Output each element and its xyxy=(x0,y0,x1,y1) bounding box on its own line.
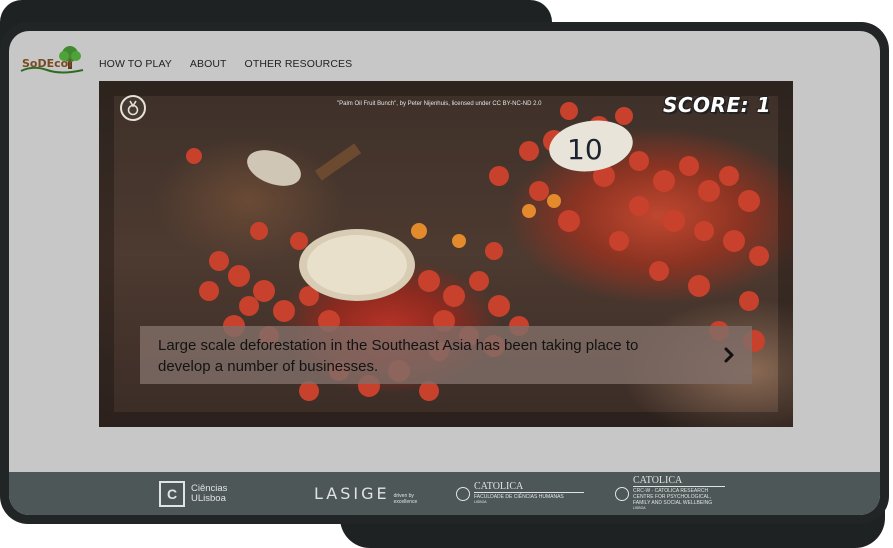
catolica-fch-city: LISBOA xyxy=(474,500,487,504)
catolica-fch-sub: FACULDADE DE CIÊNCIAS HUMANAS xyxy=(474,492,584,500)
next-button[interactable] xyxy=(720,346,738,364)
app-screen: SoDEcol HOW TO PLAY ABOUT OTHER RESOURCE… xyxy=(9,31,880,515)
ciencias-ulisboa-logo[interactable]: C Ciências ULisboa xyxy=(159,472,227,515)
score-display: SCORE: 1 xyxy=(663,93,771,117)
score-value: 1 xyxy=(756,93,771,117)
story-dialog: Large scale deforestation in the Southea… xyxy=(140,326,752,384)
partners-footer: C Ciências ULisboa LASIGE driven by exce… xyxy=(9,472,880,515)
fruit-tag-number: 10 xyxy=(567,133,603,166)
game-scene: 10 "Palm Oil Fruit Bunch", by Peter Nije… xyxy=(99,81,793,427)
catolica-crcw-title: CATOLICA xyxy=(633,475,683,486)
logo-text: SoDEcol xyxy=(22,57,72,70)
ciencias-mark: C xyxy=(159,480,185,507)
lasige-tagline: driven by excellence xyxy=(393,493,418,505)
nav-about[interactable]: ABOUT xyxy=(190,58,227,70)
top-nav: HOW TO PLAY ABOUT OTHER RESOURCES xyxy=(99,58,352,70)
medal-icon[interactable] xyxy=(120,95,146,121)
ciencias-line1: Ciências xyxy=(191,482,228,494)
lasige-logo[interactable]: LASIGE driven by excellence xyxy=(314,472,428,515)
nav-how-to-play[interactable]: HOW TO PLAY xyxy=(99,58,172,70)
catolica-seal-icon xyxy=(456,486,470,501)
tree-icon: SoDEcol xyxy=(20,46,84,74)
catolica-crcw-logo[interactable]: CATOLICA CRC-W · CATOLICA RESEARCH CENTR… xyxy=(615,472,725,515)
lasige-word: LASIGE xyxy=(314,484,390,503)
ciencias-line2: ULisboa xyxy=(191,492,226,504)
catolica-seal-icon xyxy=(615,486,629,501)
nav-other-resources[interactable]: OTHER RESOURCES xyxy=(245,58,353,70)
score-label: SCORE: xyxy=(662,93,750,117)
catolica-fch-title: CATOLICA xyxy=(474,481,524,492)
tablet-frame: SoDEcol HOW TO PLAY ABOUT OTHER RESOURCE… xyxy=(0,22,889,524)
image-attribution: "Palm Oil Fruit Bunch", by Peter Nijenhu… xyxy=(337,101,542,107)
sodecol-logo[interactable]: SoDEcol xyxy=(19,45,85,75)
catolica-fch-logo[interactable]: CATOLICA FACULDADE DE CIÊNCIAS HUMANAS L… xyxy=(456,472,584,515)
story-text: Large scale deforestation in the Southea… xyxy=(158,337,639,375)
catolica-crcw-city: LISBOA xyxy=(633,506,646,510)
chevron-right-icon xyxy=(724,347,734,363)
catolica-crcw-sub: CRC-W · CATOLICA RESEARCH CENTRE FOR PSY… xyxy=(633,486,725,506)
